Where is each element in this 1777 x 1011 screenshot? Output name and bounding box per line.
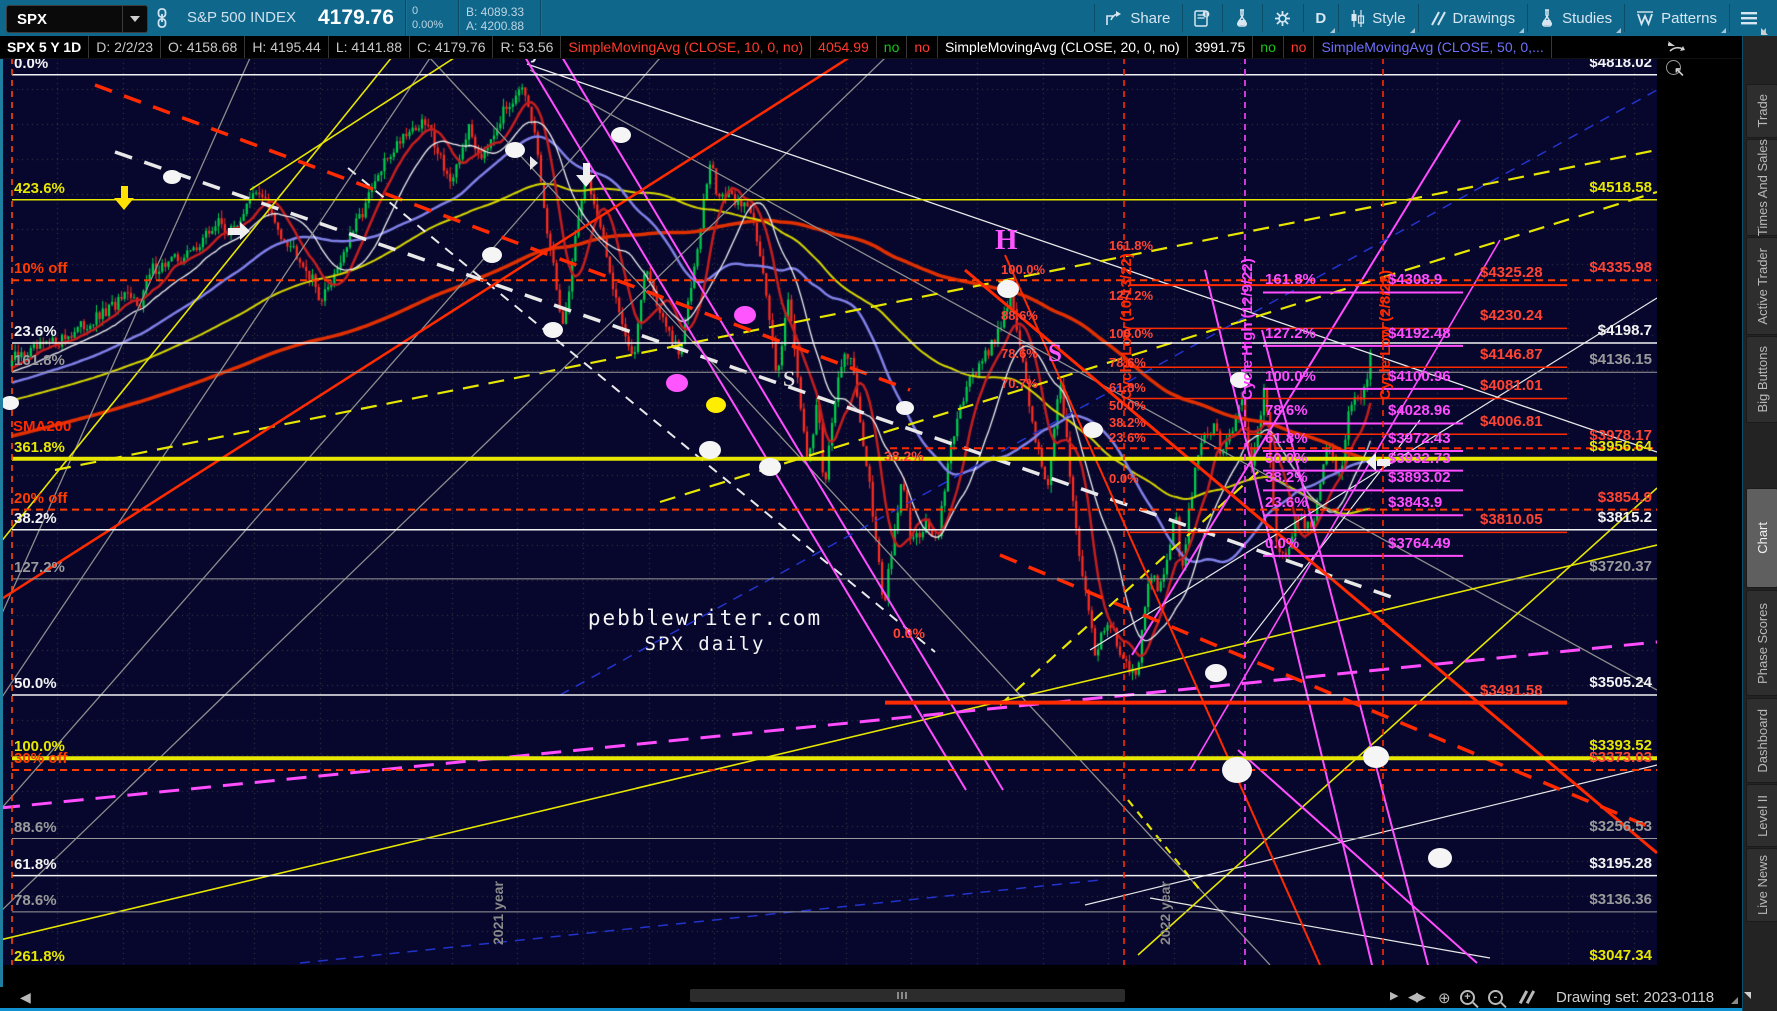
study-cell[interactable]: O: 4158.68 bbox=[161, 36, 246, 58]
company-name: S&P 500 INDEX bbox=[187, 9, 296, 26]
menu-icon bbox=[1741, 11, 1757, 24]
sidebar-tab-label: Live News bbox=[1754, 855, 1770, 915]
study-cell[interactable]: SimpleMovingAvg (CLOSE, 50, 0,... bbox=[1314, 36, 1552, 58]
scroll-left-icon[interactable]: ◀ bbox=[20, 989, 31, 1006]
flask-icon bbox=[1237, 9, 1248, 27]
pan-arrows-icon[interactable]: ◀▶ bbox=[1408, 989, 1426, 1005]
price-axis[interactable] bbox=[1657, 36, 1742, 987]
sidebar-expand-icon[interactable] bbox=[1761, 28, 1768, 35]
studies-button[interactable]: Studies bbox=[1527, 0, 1624, 36]
patterns-button[interactable]: Patterns bbox=[1624, 0, 1729, 36]
quick-study-button[interactable] bbox=[1222, 0, 1262, 36]
sidebar-tab-label: Dashboard bbox=[1754, 708, 1770, 773]
zoom-in-icon[interactable]: + bbox=[1460, 990, 1475, 1005]
study-cell[interactable]: no bbox=[877, 36, 908, 58]
sidebar-tab-label: Active Trader bbox=[1754, 247, 1770, 325]
trading-platform-window: pebblewriter.com SPX daily 4782.864697.5… bbox=[0, 0, 1777, 1011]
symbol-dropdown-button[interactable] bbox=[122, 6, 147, 32]
study-cell[interactable]: D: 2/2/23 bbox=[89, 36, 162, 58]
sidebar-tab-live-news[interactable]: Live News bbox=[1746, 848, 1777, 922]
chart-notes-button[interactable]: i bbox=[1182, 0, 1222, 36]
flask-icon bbox=[1542, 9, 1553, 27]
bid-value: B: 4089.33 bbox=[466, 5, 525, 19]
study-cell[interactable]: no bbox=[1284, 36, 1315, 58]
study-cell[interactable]: R: 53.56 bbox=[493, 36, 562, 58]
chart-left-edge bbox=[0, 36, 3, 987]
footer-corner-grip[interactable] bbox=[1731, 997, 1738, 1004]
time-axis[interactable] bbox=[0, 965, 1742, 987]
last-price: 4179.76 bbox=[318, 6, 394, 29]
sidebar-tab-chart[interactable]: Chart bbox=[1746, 488, 1777, 588]
note-icon: i bbox=[1194, 9, 1210, 27]
drawing-set-label[interactable]: Drawing set: 2023-0118 bbox=[1556, 989, 1714, 1006]
crosshair-center-icon[interactable]: ⊕ bbox=[1438, 989, 1451, 1007]
change-percent: 0.00% bbox=[412, 19, 444, 31]
scrollbar-handle[interactable] bbox=[895, 992, 909, 999]
studies-bar: SPX 5 Y 1D D: 2/2/23 O: 4158.68 H: 4195.44 L… bbox=[0, 36, 1742, 59]
sidebar-tab-label: Chart bbox=[1754, 522, 1770, 554]
sidebar-tab-level-ii[interactable]: Level II bbox=[1746, 784, 1777, 847]
study-cell[interactable]: SimpleMovingAvg (CLOSE, 20, 0, no) bbox=[938, 36, 1188, 58]
timeframe-button[interactable]: D bbox=[1303, 0, 1338, 36]
drawing-tools-icon[interactable] bbox=[1518, 990, 1536, 1004]
gear-icon bbox=[1275, 10, 1291, 26]
drawings-icon bbox=[1430, 11, 1446, 25]
zoom-out-icon[interactable]: - bbox=[1488, 990, 1503, 1005]
style-button[interactable]: Style bbox=[1338, 0, 1417, 36]
right-sidebar: Trade Times And Sales Active Trader Big But… bbox=[1742, 36, 1777, 1011]
study-cell[interactable]: SPX 5 Y 1D bbox=[0, 36, 90, 58]
top-toolbar: SPX S&P 500 INDEX 4179.76 0 0.00% B: 408… bbox=[0, 0, 1777, 36]
share-icon bbox=[1106, 10, 1122, 25]
sidebar-tab-dashboard[interactable]: Dashboard bbox=[1746, 698, 1777, 783]
fast-forward-icon[interactable]: ▶ bbox=[1390, 989, 1398, 1002]
chart-drawings-overlay bbox=[0, 0, 1777, 1011]
sidebar-tab-big-buttons[interactable]: Big Buttons bbox=[1746, 336, 1777, 423]
sidebar-tab-phase-scores[interactable]: Phase Scores bbox=[1746, 590, 1777, 696]
chart-scrollbar[interactable] bbox=[690, 989, 1125, 1002]
sidebar-tab-label: Trade bbox=[1754, 94, 1770, 128]
change-value: 0 bbox=[412, 5, 419, 17]
sidebar-tab-active-trader[interactable]: Active Trader bbox=[1746, 237, 1777, 335]
candle-style-icon bbox=[1351, 9, 1365, 27]
sidebar-tab-trade[interactable]: Trade bbox=[1746, 84, 1777, 138]
pointer-mode-cursor: ↖ bbox=[1674, 64, 1685, 79]
settings-button[interactable] bbox=[1262, 0, 1303, 36]
drawings-button[interactable]: Drawings bbox=[1417, 0, 1528, 36]
study-cell[interactable]: SimpleMovingAvg (CLOSE, 10, 0, no) bbox=[561, 36, 812, 58]
symbol-input[interactable]: SPX bbox=[6, 5, 148, 33]
study-cell[interactable]: H: 4195.44 bbox=[245, 36, 329, 58]
sidebar-tab-label: Times And Sales bbox=[1754, 138, 1770, 237]
ask-value: A: 4200.88 bbox=[466, 19, 525, 33]
study-cell[interactable]: L: 4141.88 bbox=[329, 36, 410, 58]
study-cell[interactable]: 4054.99 bbox=[811, 36, 877, 58]
toolbar-buttons: Share i D Style Drawings Studies Pattern… bbox=[1094, 0, 1769, 36]
link-icon[interactable] bbox=[155, 8, 169, 28]
sidebar-tab-label: Big Buttons bbox=[1754, 346, 1770, 413]
study-cell[interactable]: no bbox=[907, 36, 938, 58]
sidebar-tab-label: Level II bbox=[1754, 794, 1770, 837]
study-cell[interactable]: no bbox=[1253, 36, 1284, 58]
study-cell[interactable]: 3991.75 bbox=[1188, 36, 1254, 58]
sidebar-tab-times-and-sales[interactable]: Times And Sales bbox=[1746, 139, 1777, 236]
symbol-value: SPX bbox=[17, 10, 48, 28]
patterns-icon bbox=[1637, 11, 1654, 26]
study-cell[interactable]: C: 4179.76 bbox=[410, 36, 494, 58]
chevron-down-icon bbox=[130, 16, 140, 22]
collapse-arrows-icon[interactable] bbox=[1666, 39, 1686, 55]
share-button[interactable]: Share bbox=[1094, 0, 1182, 36]
sidebar-tab-label: Phase Scores bbox=[1754, 602, 1770, 684]
sidebar-collapse-icon[interactable] bbox=[1744, 992, 1751, 999]
